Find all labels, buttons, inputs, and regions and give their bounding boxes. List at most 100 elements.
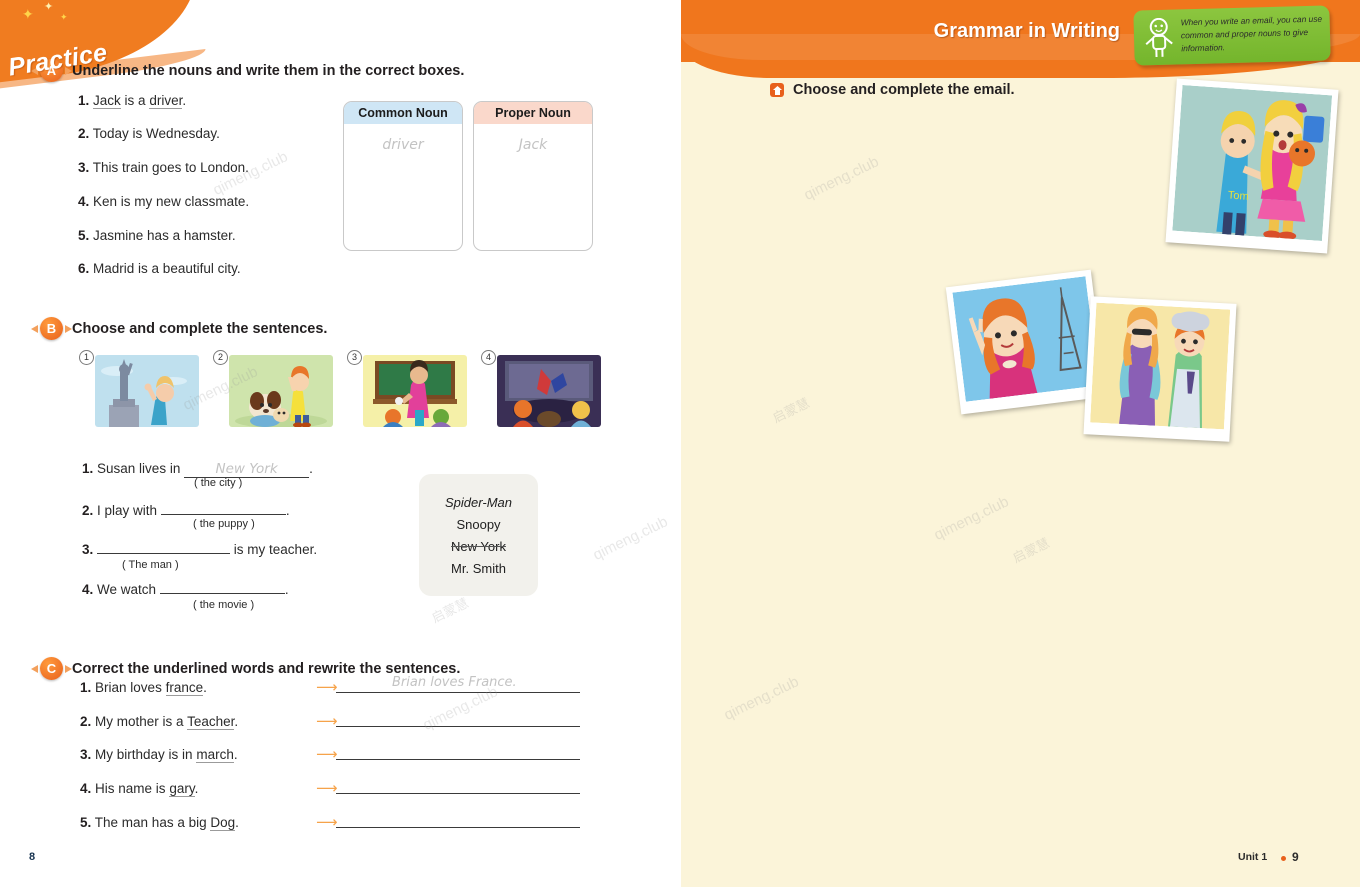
- item-text: We watch: [97, 582, 157, 597]
- list-item: 6. Madrid is a beautiful city.: [78, 261, 241, 276]
- item-text: is a: [120, 93, 150, 108]
- answer-line[interactable]: [336, 793, 580, 794]
- picture-number: 1: [79, 350, 94, 365]
- answer-line[interactable]: [336, 726, 580, 727]
- item-number: 3.: [78, 160, 90, 175]
- word-bank-item[interactable]: Spider-Man: [445, 495, 512, 510]
- hint-text: ( the movie ): [193, 599, 255, 611]
- footer-dot-icon: [1281, 856, 1286, 861]
- list-item: 4. Ken is my new classmate.: [78, 194, 249, 209]
- section-d-header: Choose and complete the email.: [770, 82, 1015, 98]
- item-text: The man has a big: [94, 815, 211, 830]
- section-b-header: B Choose and complete the sentences.: [31, 317, 328, 340]
- answer-blank[interactable]: [97, 553, 231, 554]
- underlined-word: france: [165, 680, 204, 696]
- watermark: qimeng.club: [721, 673, 802, 724]
- tip-box: When you write an email, you can use com…: [1133, 5, 1331, 66]
- hint-text: ( the puppy ): [193, 518, 255, 530]
- arrow-icon: ⟶: [316, 679, 338, 696]
- item-text: This train goes to London.: [92, 160, 249, 175]
- proper-noun-header: Proper Noun: [474, 102, 592, 124]
- tip-text: When you write an email, you can use com…: [1180, 13, 1323, 53]
- answer-blank[interactable]: New York: [184, 461, 310, 478]
- item-number: 2.: [82, 503, 94, 518]
- arrow-icon: ⟶: [316, 780, 338, 797]
- common-noun-header: Common Noun: [344, 102, 462, 124]
- item-number: 2.: [80, 714, 92, 729]
- item-text: is my teacher.: [233, 542, 318, 557]
- item-text: I play with: [97, 503, 158, 518]
- answer-line[interactable]: [336, 827, 580, 828]
- answer-text: Brian loves France.: [392, 675, 517, 690]
- list-item: 4. We watch .: [82, 582, 289, 597]
- common-noun-answer: driver: [382, 137, 424, 153]
- list-item: 1. Brian loves france.: [80, 680, 207, 696]
- item-number: 1.: [82, 461, 94, 476]
- section-a-title: Underline the nouns and write them in th…: [72, 62, 465, 79]
- underlined-word: Teacher: [187, 714, 235, 730]
- arrow-icon: ⟶: [316, 814, 338, 831]
- children-at-movie-illustration: [497, 355, 601, 427]
- answer-line[interactable]: [336, 692, 580, 693]
- statue-of-liberty-illustration: [95, 355, 199, 427]
- footer-unit-label: Unit 1: [1238, 851, 1268, 863]
- picture-number: 3: [347, 350, 362, 365]
- list-item: 3. This train goes to London.: [78, 160, 249, 175]
- proper-noun-box[interactable]: Proper Noun Jack: [473, 101, 593, 251]
- item-text: .: [284, 582, 289, 597]
- picture-1: 1: [79, 350, 203, 432]
- item-number: 6.: [78, 261, 90, 276]
- underlined-word: driver: [149, 93, 183, 109]
- left-page: ✦ ✦ ✦ Practice A Underline the nouns and…: [0, 0, 681, 887]
- arrow-icon: ⟶: [316, 713, 338, 730]
- photo-actress-and-cook: [1083, 296, 1237, 442]
- item-text: Brian loves: [95, 680, 166, 695]
- item-number: 4.: [78, 194, 90, 209]
- word-bank-item[interactable]: Mr. Smith: [451, 561, 506, 576]
- word-bank-item[interactable]: Snoopy: [456, 517, 500, 532]
- underlined-word: gary: [169, 781, 195, 797]
- item-number: 1.: [80, 680, 92, 695]
- picture-number: 4: [481, 350, 496, 365]
- watermark: 启蒙慧: [429, 595, 471, 626]
- watermark: qimeng.club: [801, 153, 882, 204]
- photo-kids-with-monkey: Tom: [1165, 78, 1339, 254]
- section-b-title: Choose and complete the sentences.: [72, 320, 328, 337]
- item-text: .: [234, 714, 239, 729]
- list-item: 3. is my teacher.: [82, 542, 317, 557]
- item-text: Jasmine has a hamster.: [93, 228, 236, 243]
- answer-line[interactable]: [336, 759, 580, 760]
- answer-blank[interactable]: [160, 514, 286, 515]
- list-item: 4. His name is gary.: [80, 781, 199, 797]
- hint-text: ( the city ): [194, 477, 243, 489]
- item-number: 3.: [82, 542, 94, 557]
- underlined-word: march: [196, 747, 234, 763]
- picture-2: 2: [213, 350, 337, 432]
- item-text: .: [182, 93, 187, 108]
- watermark: 启蒙慧: [1010, 535, 1052, 566]
- list-item: 1. Susan lives in New York.: [82, 461, 313, 478]
- item-text: .: [235, 815, 239, 830]
- item-text: My birthday is in: [95, 747, 197, 762]
- watermark: qimeng.club: [590, 513, 671, 564]
- item-number: 5.: [80, 815, 92, 830]
- list-item: 2. My mother is a Teacher.: [80, 714, 239, 730]
- boy-with-puppy-illustration: [229, 355, 333, 427]
- list-item: 2. I play with .: [82, 503, 290, 518]
- watermark: qimeng.club: [931, 493, 1012, 544]
- item-text: Today is Wednesday.: [92, 126, 220, 141]
- word-bank-section-b[interactable]: Spider-Man Snoopy New York Mr. Smith: [419, 474, 538, 596]
- item-text: Susan lives in: [97, 461, 181, 476]
- star-icon: ✦: [22, 6, 34, 22]
- common-noun-box[interactable]: Common Noun driver: [343, 101, 463, 251]
- word-bank-item[interactable]: New York: [451, 539, 506, 554]
- answer-blank[interactable]: [159, 593, 285, 594]
- page-number-left: 8: [29, 851, 36, 863]
- picture-number: 2: [213, 350, 228, 365]
- item-number: 2.: [78, 126, 90, 141]
- item-text: .: [194, 781, 199, 796]
- watermark: 启蒙慧: [770, 395, 812, 426]
- item-number: 5.: [78, 228, 90, 243]
- list-item: 5. Jasmine has a hamster.: [78, 228, 236, 243]
- item-text: .: [203, 680, 207, 695]
